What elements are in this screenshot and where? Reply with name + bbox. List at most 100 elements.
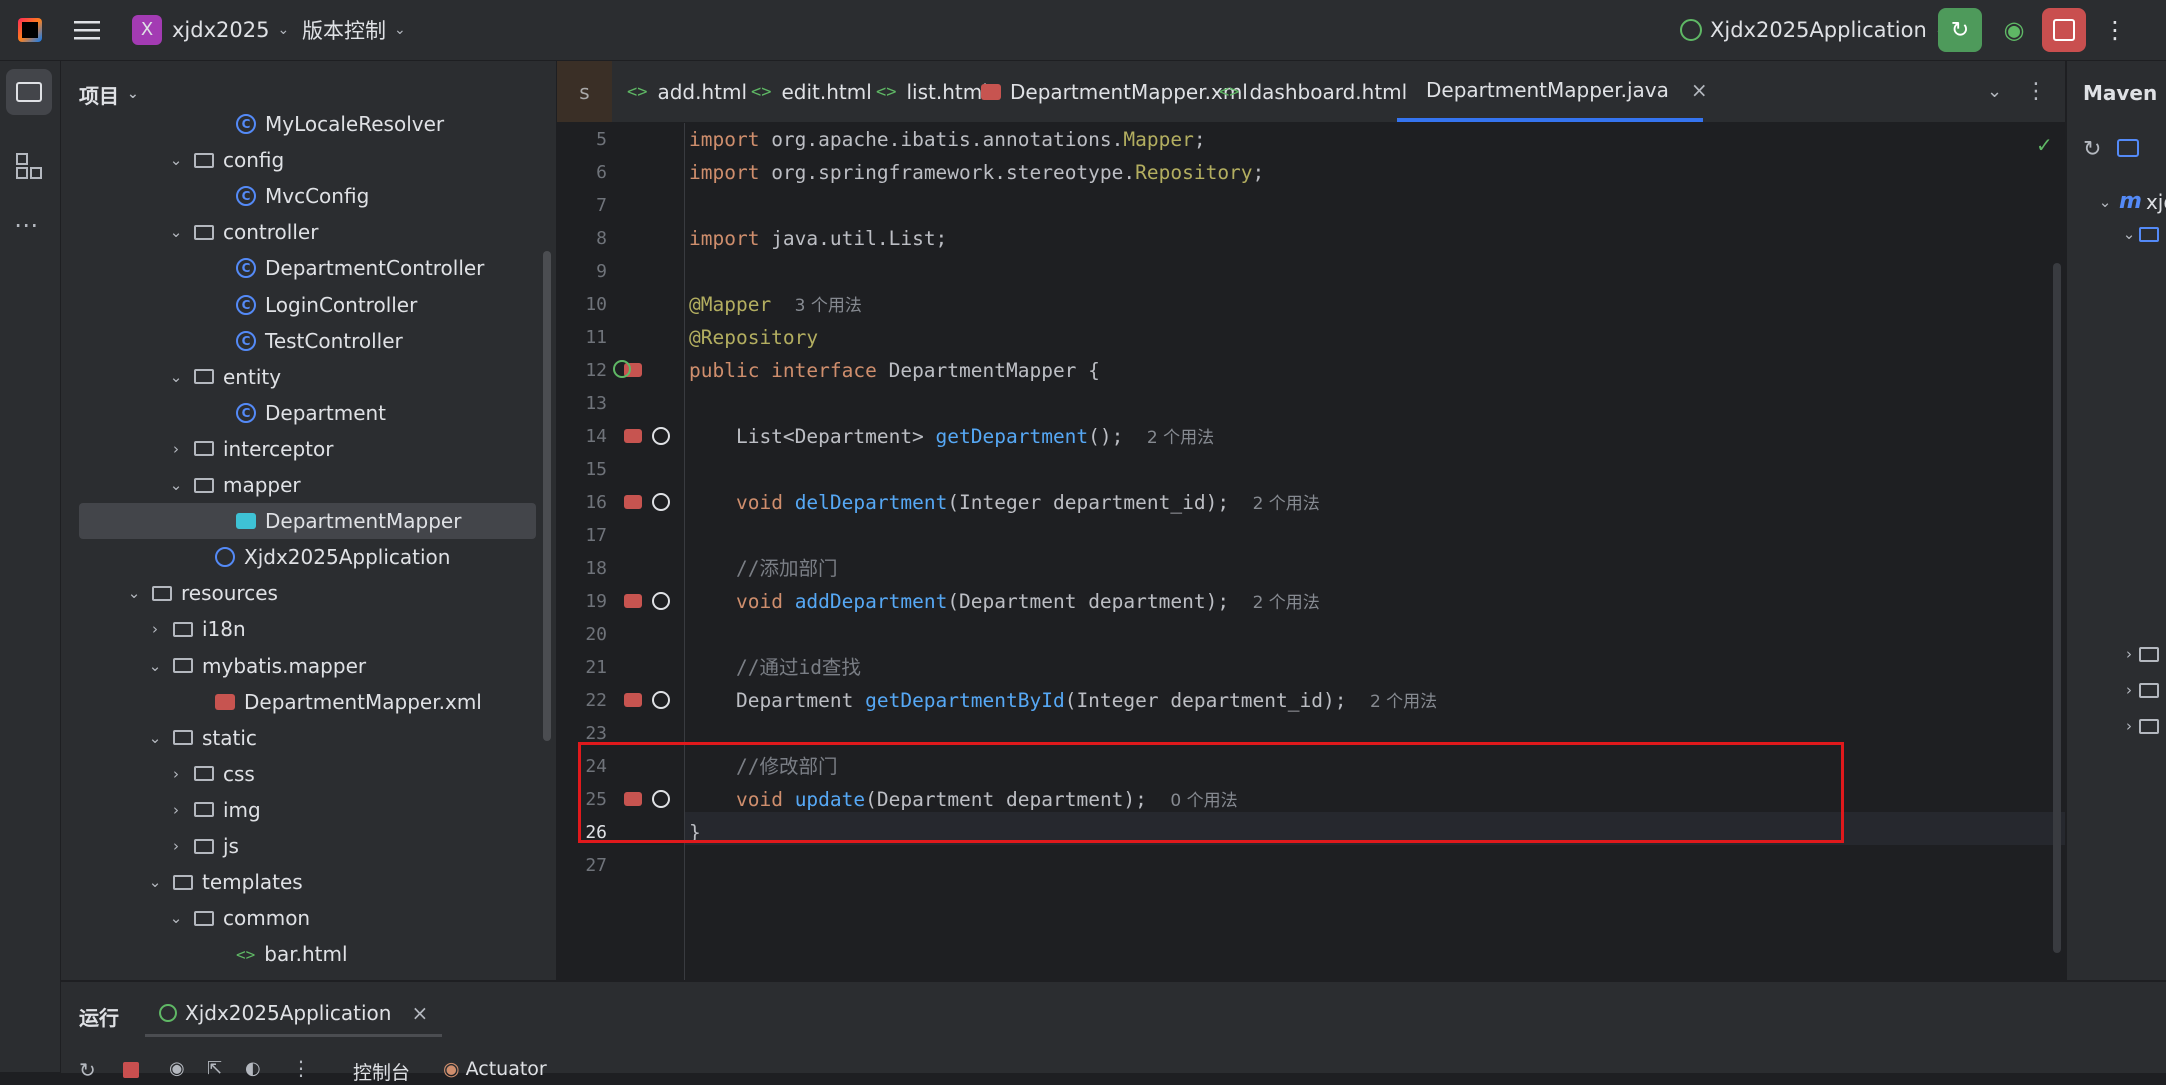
tab-add-html[interactable]: <> add.html (627, 61, 747, 122)
actuator-tab[interactable]: ◉ Actuator (443, 1058, 547, 1080)
tree-item[interactable]: ⌄ config (61, 142, 541, 178)
camera-icon[interactable]: ◉ (169, 1058, 185, 1079)
tab-list-dropdown-icon[interactable]: ⌄ (1987, 61, 2002, 122)
tree-item[interactable]: › css (61, 756, 541, 792)
chevron-right-icon[interactable]: › (166, 440, 186, 458)
mybatis-navigate-icon[interactable] (624, 495, 642, 509)
usage-hint[interactable]: 2 个用法 (1253, 494, 1320, 514)
maven-child-item[interactable]: › (2119, 681, 2166, 699)
project-selector[interactable]: X xjdx2025 ⌄ (132, 0, 289, 60)
tree-item[interactable]: <> bar.html (61, 936, 541, 972)
tree-item[interactable]: ⌄ mapper (61, 467, 541, 503)
chevron-down-icon[interactable]: ⌄ (145, 873, 165, 891)
maven-child-item[interactable]: ⌄ (2119, 225, 2166, 243)
main-menu-icon[interactable] (74, 0, 100, 60)
tab-edit-html[interactable]: <> edit.html (751, 61, 872, 122)
more-actions-icon[interactable]: ⋮ (2100, 8, 2130, 52)
tree-item[interactable]: Xjdx2025Application (61, 539, 541, 575)
implementation-icon[interactable] (652, 691, 670, 709)
tree-item[interactable]: ⌄ templates (61, 864, 541, 900)
chevron-down-icon[interactable]: ⌄ (145, 729, 165, 747)
close-icon[interactable]: × (1691, 78, 1708, 102)
maven-root-item[interactable]: ⌄ m xjd (2095, 189, 2166, 214)
code-line[interactable]: Department getDepartmentById(Integer dep… (689, 684, 1437, 717)
tree-item[interactable]: › i18n (61, 611, 541, 647)
reload-icon[interactable]: ↻ (2083, 137, 2101, 162)
chevron-right-icon[interactable]: › (166, 801, 186, 819)
tree-item[interactable]: › js (61, 828, 541, 864)
tree-item[interactable]: C MvcConfig (61, 178, 541, 214)
more-tools-icon[interactable]: ⋯ (14, 211, 46, 239)
usage-hint[interactable]: 3 个用法 (795, 296, 862, 316)
no-problems-check-icon[interactable]: ✓ (2036, 133, 2053, 157)
tree-item[interactable]: C TestController (61, 323, 541, 359)
tab-s[interactable]: s (557, 61, 612, 122)
editor-scrollbar[interactable] (2053, 263, 2061, 953)
exit-icon[interactable]: ⇱ (207, 1058, 222, 1079)
rerun-icon[interactable]: ↻ (79, 1058, 96, 1082)
intellij-logo-icon[interactable] (18, 0, 42, 60)
implementation-icon[interactable] (652, 427, 670, 445)
tree-item[interactable]: ⌄ resources (61, 575, 541, 611)
stop-button[interactable] (2042, 8, 2086, 52)
chevron-down-icon[interactable]: ⌄ (166, 368, 186, 386)
code-line[interactable]: import org.springframework.stereotype.Re… (689, 156, 1264, 189)
tree-item[interactable]: C DepartmentController (61, 250, 541, 286)
maven-child-item[interactable]: › (2119, 645, 2166, 663)
tree-item[interactable]: ⌄ mybatis.mapper (61, 648, 541, 684)
rerun-button[interactable]: ↻ (1938, 8, 1982, 52)
project-tree-scrollbar[interactable] (543, 251, 551, 741)
implementation-icon[interactable] (652, 592, 670, 610)
usage-hint[interactable]: 2 个用法 (1370, 692, 1437, 712)
tree-item[interactable]: › img (61, 792, 541, 828)
code-editor[interactable]: 5 import org.apache.ibatis.annotations.Ma… (557, 123, 2065, 980)
code-line[interactable]: //添加部门 (689, 552, 837, 585)
tree-item[interactable]: › interceptor (61, 431, 541, 467)
code-line[interactable]: void delDepartment(Integer department_id… (689, 486, 1320, 519)
chevron-down-icon[interactable]: ⌄ (145, 657, 165, 675)
tree-item[interactable]: C Department (61, 395, 541, 431)
chevron-down-icon[interactable]: ⌄ (124, 584, 144, 602)
code-line[interactable]: public interface DepartmentMapper { (689, 354, 1100, 387)
code-line[interactable]: //通过id查找 (689, 651, 861, 684)
code-line[interactable]: import org.apache.ibatis.annotations.Map… (689, 123, 1206, 156)
more-icon[interactable]: ⋮ (291, 1056, 311, 1080)
tree-item[interactable]: C LoginController (61, 287, 541, 323)
structure-tool-button[interactable] (16, 153, 44, 181)
stop-icon[interactable] (123, 1062, 139, 1078)
tree-item[interactable]: DepartmentMapper (79, 503, 536, 540)
tree-item[interactable]: C MyLocaleResolver (61, 106, 541, 142)
code-line[interactable]: @Repository (689, 321, 818, 354)
gauge-icon[interactable]: ◐ (245, 1058, 261, 1079)
run-config-selector[interactable]: Xjdx2025Application ⌄ (1680, 0, 1947, 60)
tab-departmentmapper-xml[interactable]: DepartmentMapper.xml (981, 61, 1248, 122)
usage-hint[interactable]: 2 个用法 (1147, 428, 1214, 448)
chevron-down-icon[interactable]: ⌄ (166, 909, 186, 927)
tree-item[interactable]: ⌄ entity (61, 359, 541, 395)
spring-bean-icon[interactable] (613, 360, 631, 378)
tree-item[interactable]: ⌄ common (61, 900, 541, 936)
implementation-icon[interactable] (652, 493, 670, 511)
mybatis-navigate-icon[interactable] (624, 594, 642, 608)
close-icon[interactable]: × (411, 1001, 428, 1025)
code-line[interactable]: List<Department> getDepartment(); 2 个用法 (689, 420, 1214, 453)
tree-item[interactable]: ⌄ controller (61, 214, 541, 250)
tab-list-html[interactable]: <> list.html (876, 61, 988, 122)
code-line[interactable]: @Mapper 3 个用法 (689, 288, 862, 321)
chevron-right-icon[interactable]: › (166, 765, 186, 783)
code-line[interactable]: void addDepartment(Department department… (689, 585, 1320, 618)
debug-button[interactable]: ◉ (1992, 8, 2036, 52)
project-tool-button[interactable] (6, 69, 52, 115)
chevron-down-icon[interactable]: ⌄ (166, 476, 186, 494)
tab-options-icon[interactable]: ⋮ (2025, 61, 2047, 122)
chevron-right-icon[interactable]: › (145, 620, 165, 638)
chevron-right-icon[interactable]: › (166, 837, 186, 855)
add-project-icon[interactable] (2117, 139, 2139, 157)
mybatis-navigate-icon[interactable] (624, 693, 642, 707)
tab-dashboard-html[interactable]: <> dashboard.html (1219, 61, 1407, 122)
tab-departmentmapper-java[interactable]: DepartmentMapper.java × (1397, 61, 1708, 122)
chevron-down-icon[interactable]: ⌄ (166, 151, 186, 169)
tree-item[interactable]: DepartmentMapper.xml (61, 684, 541, 720)
tree-item[interactable]: ⌄ static (61, 720, 541, 756)
chevron-down-icon[interactable]: ⌄ (166, 223, 186, 241)
